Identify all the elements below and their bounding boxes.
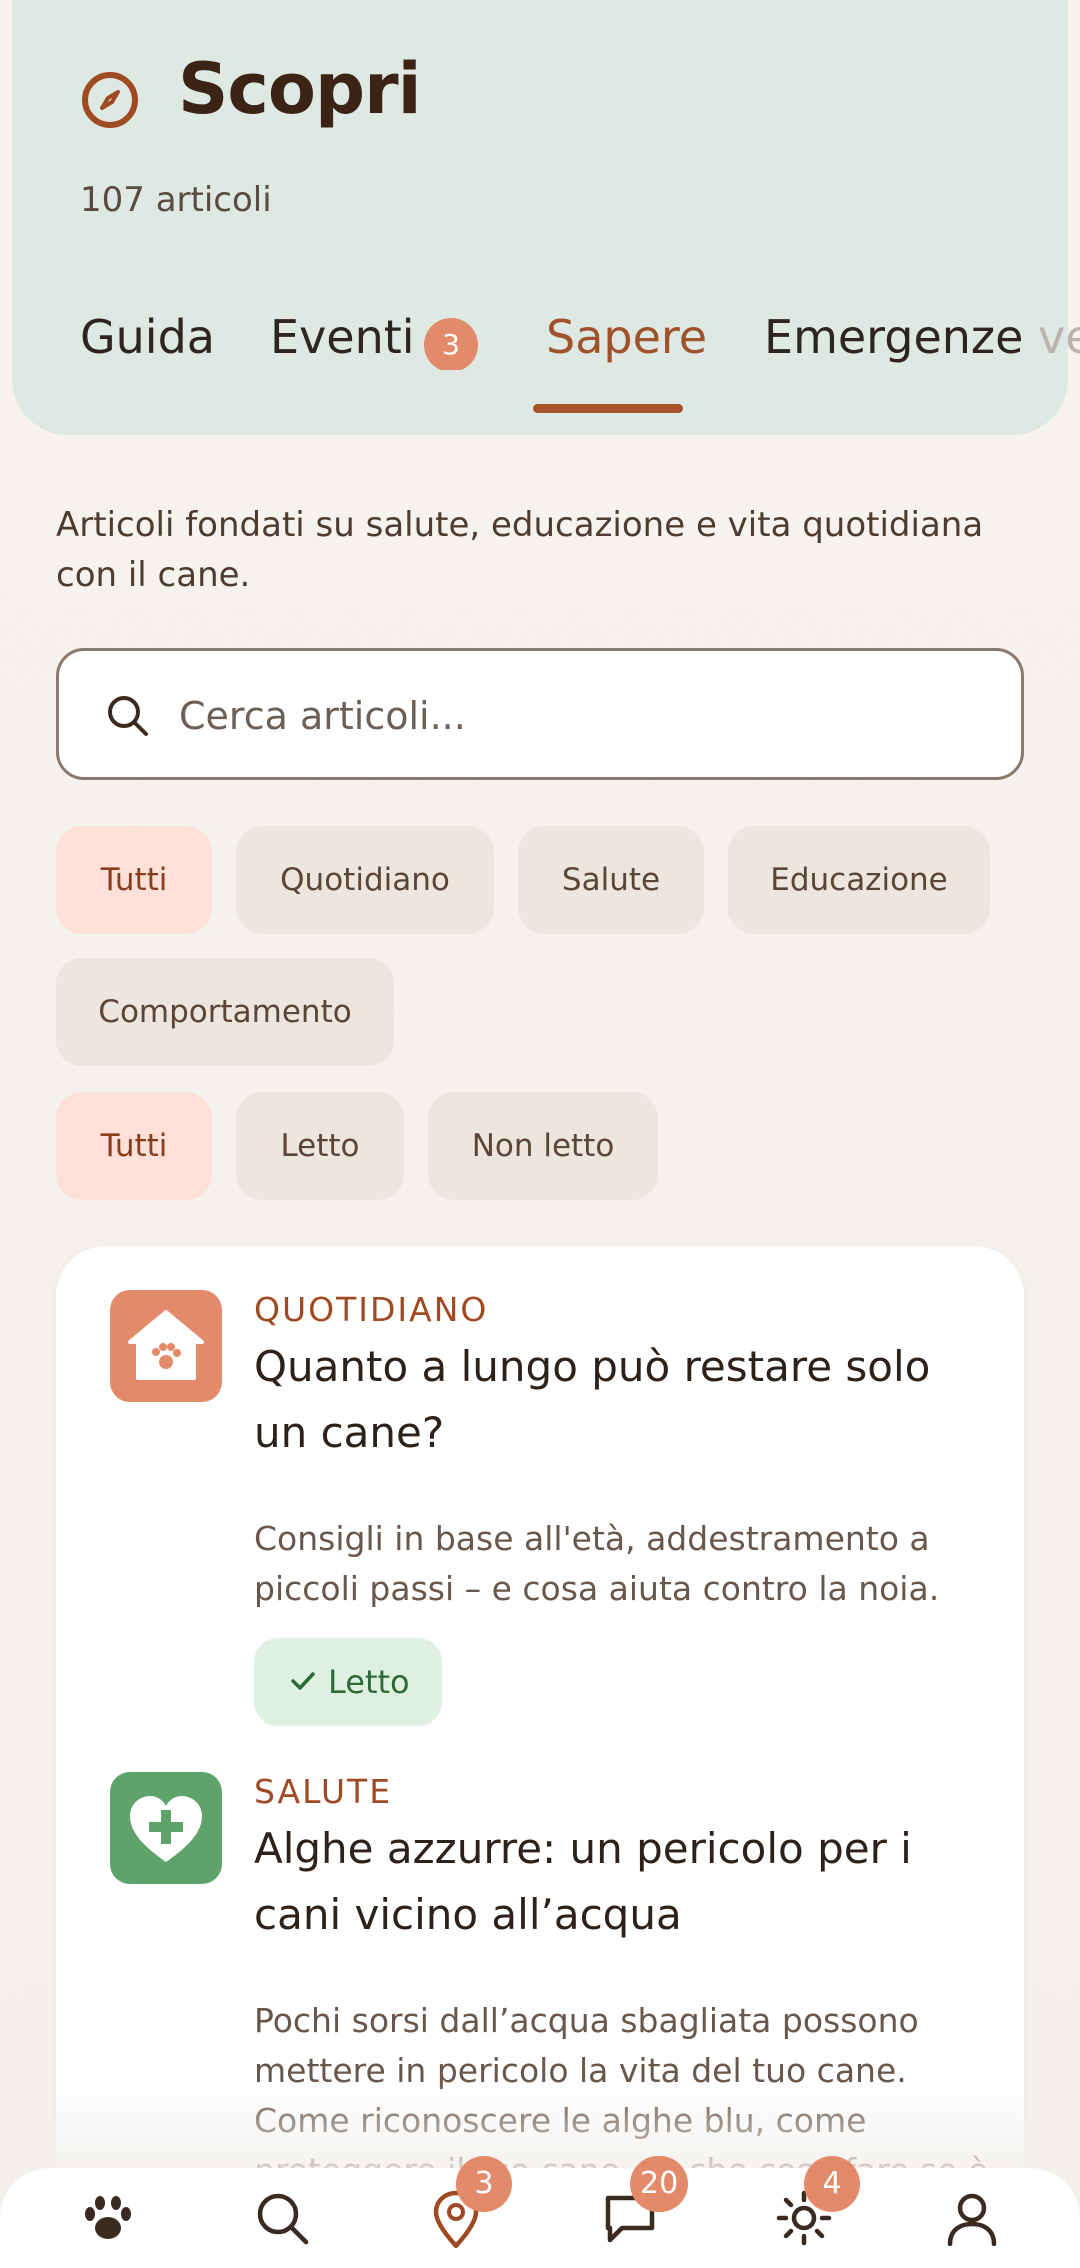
article-item[interactable]: QUOTIDIANO Quanto a lungo può restare so… [110, 1290, 1000, 1726]
filter-category-quotidiano[interactable]: Quotidiano [236, 826, 494, 934]
article-title: Alghe azzurre: un pericolo per i cani vi… [254, 1824, 912, 1939]
tab-guida[interactable]: Guida [80, 310, 215, 364]
nav-map[interactable]: 3 [416, 2156, 512, 2262]
tab-eventi-label: Eventi [270, 310, 415, 364]
nav-map-badge: 3 [456, 2156, 512, 2212]
intro-text: Articoli fondati su salute, educazione e… [56, 505, 984, 595]
page-title: Scopri [178, 48, 422, 130]
search-input[interactable] [179, 681, 979, 751]
article-category: QUOTIDIANO [254, 1290, 489, 1329]
heart-cross-icon [110, 1772, 222, 1884]
nav-profile[interactable] [932, 2182, 1012, 2262]
search-icon [257, 2193, 309, 2245]
read-status-badge: Letto [254, 1638, 442, 1726]
article-description: Consigli in base all'età, addestramento … [254, 1519, 940, 1608]
tab-emergenze-label-faded: vet [1038, 310, 1080, 364]
read-status-label: Letto [328, 1663, 410, 1701]
tab-emergenze-vet[interactable]: Emergenze vet [764, 310, 1080, 364]
filter-category-comportamento[interactable]: Comportamento [56, 958, 394, 1066]
search-box[interactable] [56, 648, 1024, 780]
home-paw-icon [110, 1290, 222, 1402]
tab-eventi[interactable]: Eventi [270, 310, 415, 364]
filter-read-tutti[interactable]: Tutti [56, 1092, 212, 1200]
paw-icon [85, 2196, 131, 2239]
nav-chat[interactable]: 20 [590, 2156, 689, 2262]
nav-home[interactable] [68, 2182, 148, 2262]
tab-bar: Guida Eventi 3 Sapere Emergenze vet [80, 310, 1080, 370]
tab-emergenze-label: Emergenze [764, 310, 1039, 364]
tab-eventi-badge: 3 [424, 318, 478, 370]
filter-category-tutti[interactable]: Tutti [56, 826, 212, 934]
search-icon [108, 696, 148, 736]
nav-search[interactable] [242, 2182, 322, 2262]
article-title: Quanto a lungo può restare solo un cane? [254, 1342, 931, 1457]
scroll-fade [0, 2080, 1080, 2180]
nav-weather[interactable]: 4 [764, 2156, 860, 2262]
filter-read-non-letto[interactable]: Non letto [428, 1092, 658, 1200]
filter-category-educazione[interactable]: Educazione [728, 826, 990, 934]
nav-chat-badge: 20 [630, 2156, 689, 2212]
nav-weather-badge: 4 [804, 2156, 860, 2212]
check-icon [291, 1672, 315, 1690]
filter-category-salute[interactable]: Salute [518, 826, 704, 934]
article-category: SALUTE [254, 1772, 393, 1811]
filter-read-letto[interactable]: Letto [236, 1092, 404, 1200]
tab-sapere[interactable]: Sapere [546, 310, 707, 364]
profile-icon [947, 2193, 997, 2246]
active-tab-indicator [533, 404, 683, 413]
compass-icon [82, 72, 138, 128]
header: Scopri 107 articoli Guida Eventi 3 Saper… [12, 0, 1080, 435]
bottom-nav: 3 20 4 [0, 2156, 1080, 2268]
article-count: 107 articoli [80, 180, 272, 220]
